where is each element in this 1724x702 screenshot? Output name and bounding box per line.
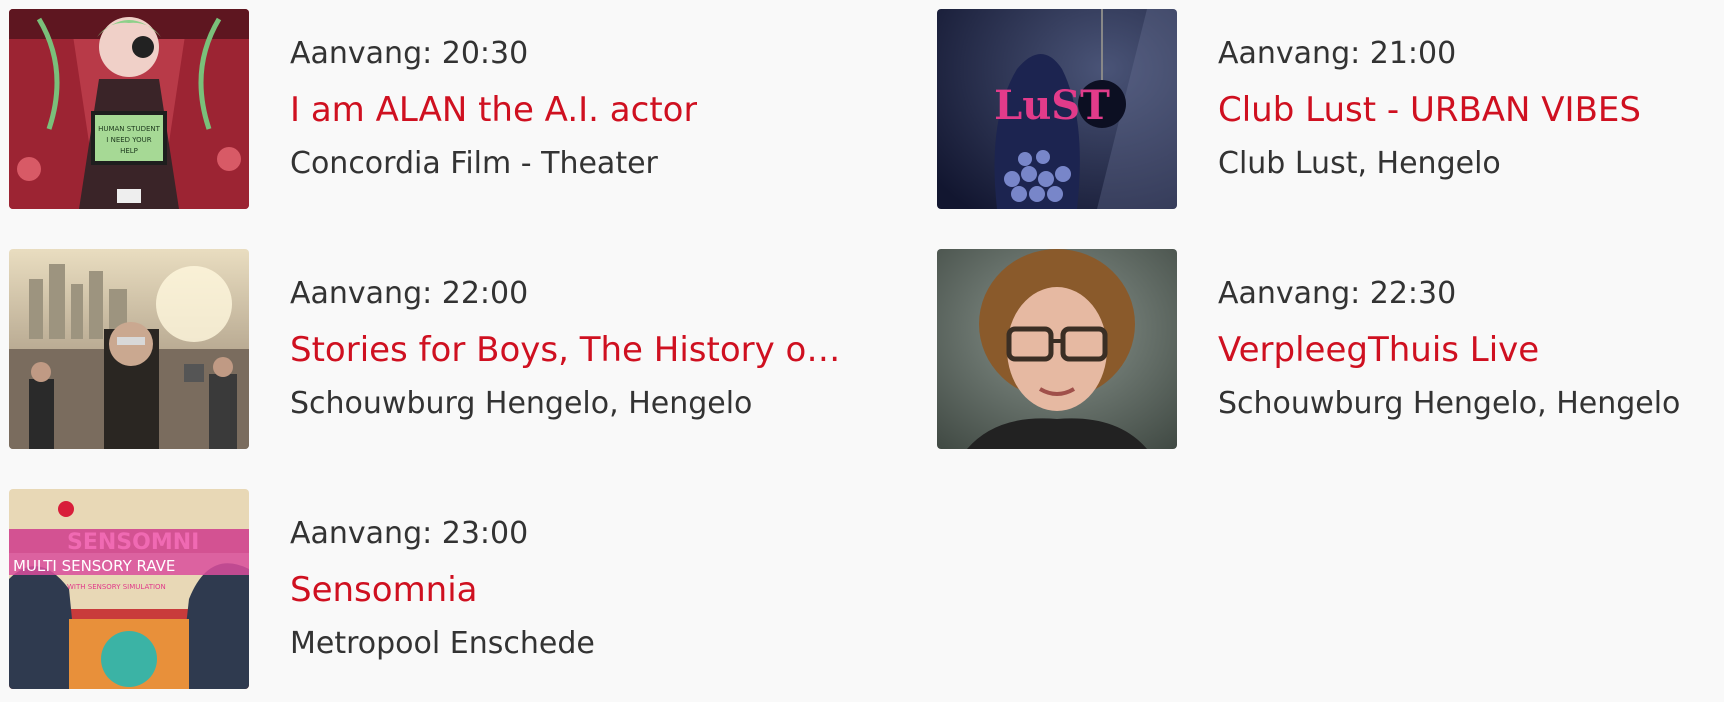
event-info: Aanvang: 22:30 VerpleegThuis Live Schouw… (1218, 249, 1680, 449)
event-info: Aanvang: 20:30 I am ALAN the A.I. actor … (290, 9, 697, 209)
event-title-link[interactable]: Sensomnia (290, 571, 595, 609)
event-image: SENSOMNI MULTI SENSORY RAVE WITH SENSORY… (9, 489, 249, 689)
thumbnail-caption: I NEED YOUR (106, 136, 152, 144)
thumbnail-caption: SENSOMNI (67, 530, 199, 555)
event-venue: Metropool Enschede (290, 626, 595, 661)
event-title-link[interactable]: VerpleegThuis Live (1218, 331, 1680, 369)
thumbnail-caption: HUMAN STUDENT (98, 125, 161, 133)
event-thumbnail[interactable]: SENSOMNI MULTI SENSORY RAVE WITH SENSORY… (9, 489, 249, 689)
event-venue: Club Lust, Hengelo (1218, 146, 1501, 181)
event-image: HUMAN STUDENT I NEED YOUR HELP (9, 9, 249, 209)
event-thumbnail[interactable] (937, 249, 1177, 449)
event-venue: Schouwburg Hengelo, Hengelo (1218, 386, 1681, 421)
thumbnail-logo-text: LuST (994, 82, 1110, 129)
event-title-link[interactable]: I am ALAN the A.I. actor (290, 91, 697, 129)
event-thumbnail[interactable]: LuST (937, 9, 1177, 209)
event-image: LuST (937, 9, 1177, 209)
event-card[interactable]: HUMAN STUDENT I NEED YOUR HELP Aanvang: … (9, 9, 849, 209)
event-start-time: Aanvang: 21:00 (1218, 36, 1457, 71)
event-info: Aanvang: 23:00 Sensomnia Metropool Ensch… (290, 489, 595, 689)
event-start-time: Aanvang: 22:00 (290, 276, 529, 311)
event-image (937, 249, 1177, 449)
thumbnail-caption: WITH SENSORY SIMULATION (67, 583, 166, 591)
thumbnail-caption: HELP (120, 147, 138, 155)
thumbnail-caption: MULTI SENSORY RAVE (13, 557, 175, 575)
event-card[interactable]: Aanvang: 22:00 Stories for Boys, The His… (9, 249, 850, 449)
event-title-link[interactable]: Stories for Boys, The History of ... (290, 331, 850, 369)
event-title-link[interactable]: Club Lust - URBAN VIBES (1218, 91, 1641, 129)
event-card[interactable]: SENSOMNI MULTI SENSORY RAVE WITH SENSORY… (9, 489, 849, 689)
event-card[interactable]: Aanvang: 22:30 VerpleegThuis Live Schouw… (937, 249, 1724, 449)
event-start-time: Aanvang: 20:30 (290, 36, 529, 71)
event-image (9, 249, 249, 449)
event-venue: Schouwburg Hengelo, Hengelo (290, 386, 753, 421)
event-thumbnail[interactable] (9, 249, 249, 449)
event-card[interactable]: LuST Aanvang: 21:00 Club Lust - URBAN VI… (937, 9, 1724, 209)
event-info: Aanvang: 21:00 Club Lust - URBAN VIBES C… (1218, 9, 1641, 209)
event-venue: Concordia Film - Theater (290, 146, 658, 181)
event-list: HUMAN STUDENT I NEED YOUR HELP Aanvang: … (0, 0, 1724, 702)
event-thumbnail[interactable]: HUMAN STUDENT I NEED YOUR HELP (9, 9, 249, 209)
event-start-time: Aanvang: 23:00 (290, 516, 529, 551)
event-start-time: Aanvang: 22:30 (1218, 276, 1457, 311)
event-info: Aanvang: 22:00 Stories for Boys, The His… (290, 249, 850, 449)
